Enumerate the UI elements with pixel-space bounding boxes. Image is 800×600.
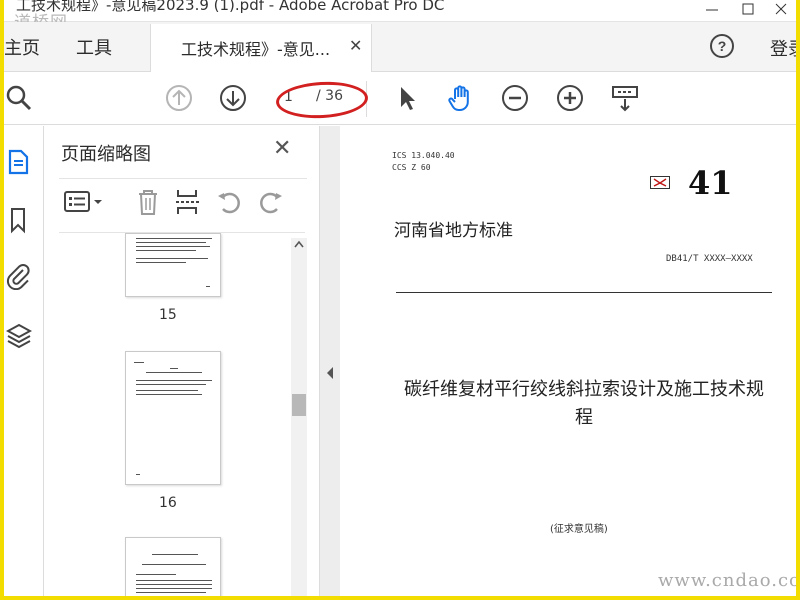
standard-type: 河南省地方标准	[394, 221, 513, 241]
panel-title: 页面缩略图	[61, 144, 151, 165]
thumbnails-panel: 页面缩略图 ✕ 15 16	[45, 126, 320, 596]
tab-tools[interactable]: 工具	[76, 34, 112, 60]
page-thumbnails-icon[interactable]	[6, 148, 32, 176]
trash-icon[interactable]	[133, 187, 163, 217]
scroll-up-icon[interactable]	[294, 240, 304, 250]
tab-home[interactable]: 主页	[4, 34, 40, 60]
acrobat-window: 工技术规程》-意见稿2023.9 (1).pdf - Adobe Acrobat…	[4, 0, 796, 596]
svg-text:?: ?	[718, 38, 727, 54]
db-logo-icon	[650, 176, 670, 189]
thumbnail-page[interactable]	[125, 537, 221, 596]
standard-code: DB41/T XXXX—XXXX	[666, 254, 753, 264]
site-watermark-bottom: www.cndao.com	[658, 570, 796, 591]
ics-code: ICS 13.040.40	[392, 151, 455, 160]
navigation-rail	[4, 126, 44, 596]
close-panel-button[interactable]: ✕	[273, 136, 291, 161]
attachment-icon[interactable]	[6, 262, 32, 290]
select-arrow-icon[interactable]	[392, 83, 422, 113]
thumbnail-page-number: 15	[159, 307, 177, 323]
document-title: 碳纤维复材平行绞线斜拉索设计及施工技术规程	[404, 379, 764, 428]
tab-bar: 主页 工具 工技术规程》-意见... ✕ ? 登录	[4, 22, 796, 72]
header-rule	[396, 292, 772, 293]
close-window-button[interactable]	[764, 0, 796, 20]
zoom-out-icon[interactable]	[500, 83, 530, 113]
window-title: 工技术规程》-意见稿2023.9 (1).pdf - Adobe Acrobat…	[16, 0, 445, 14]
options-menu-icon[interactable]	[63, 187, 107, 217]
hand-icon[interactable]	[446, 83, 476, 113]
title-bar: 工技术规程》-意见稿2023.9 (1).pdf - Adobe Acrobat…	[4, 0, 796, 22]
rotate-right-icon[interactable]	[255, 187, 285, 217]
document-view: ICS 13.040.40 CCS Z 60 41 河南省地方标准 DB41/T…	[340, 126, 796, 596]
close-tab-button[interactable]: ✕	[349, 36, 362, 55]
thumbnail-page[interactable]	[125, 233, 221, 297]
panel-splitter[interactable]	[320, 126, 340, 596]
fit-width-icon[interactable]	[610, 83, 640, 113]
thumbnail-page[interactable]	[125, 351, 221, 485]
rotate-left-icon[interactable]	[215, 187, 245, 217]
draft-note: (征求意见稿)	[550, 524, 608, 535]
tab-document[interactable]: 工技术规程》-意见... ✕	[150, 24, 372, 72]
page-up-icon[interactable]	[164, 83, 194, 113]
toolbar: / 36	[4, 73, 796, 125]
page-down-icon[interactable]	[218, 83, 248, 113]
maximize-button[interactable]	[730, 0, 766, 20]
bookmark-icon[interactable]	[6, 206, 32, 234]
sign-in-button[interactable]: 登录	[770, 35, 796, 61]
zoom-in-icon[interactable]	[555, 83, 585, 113]
help-icon[interactable]: ?	[708, 32, 736, 60]
db-province-number: 41	[688, 164, 733, 202]
thumbnail-page-number: 16	[159, 495, 177, 511]
document-tab-label: 工技术规程》-意见...	[181, 40, 331, 59]
minimize-button[interactable]	[694, 0, 730, 20]
thumbnail-scrollbar[interactable]	[291, 238, 307, 596]
scroll-thumb[interactable]	[292, 394, 306, 416]
thumbnail-list: 15 16	[59, 232, 305, 596]
ccs-code: CCS Z 60	[392, 163, 431, 172]
collapse-panel-icon[interactable]	[325, 366, 335, 380]
search-icon[interactable]	[4, 83, 34, 113]
document-page: ICS 13.040.40 CCS Z 60 41 河南省地方标准 DB41/T…	[340, 126, 796, 596]
layers-icon[interactable]	[6, 322, 32, 350]
panel-toolbar	[59, 178, 307, 228]
extract-pages-icon[interactable]	[173, 187, 203, 217]
